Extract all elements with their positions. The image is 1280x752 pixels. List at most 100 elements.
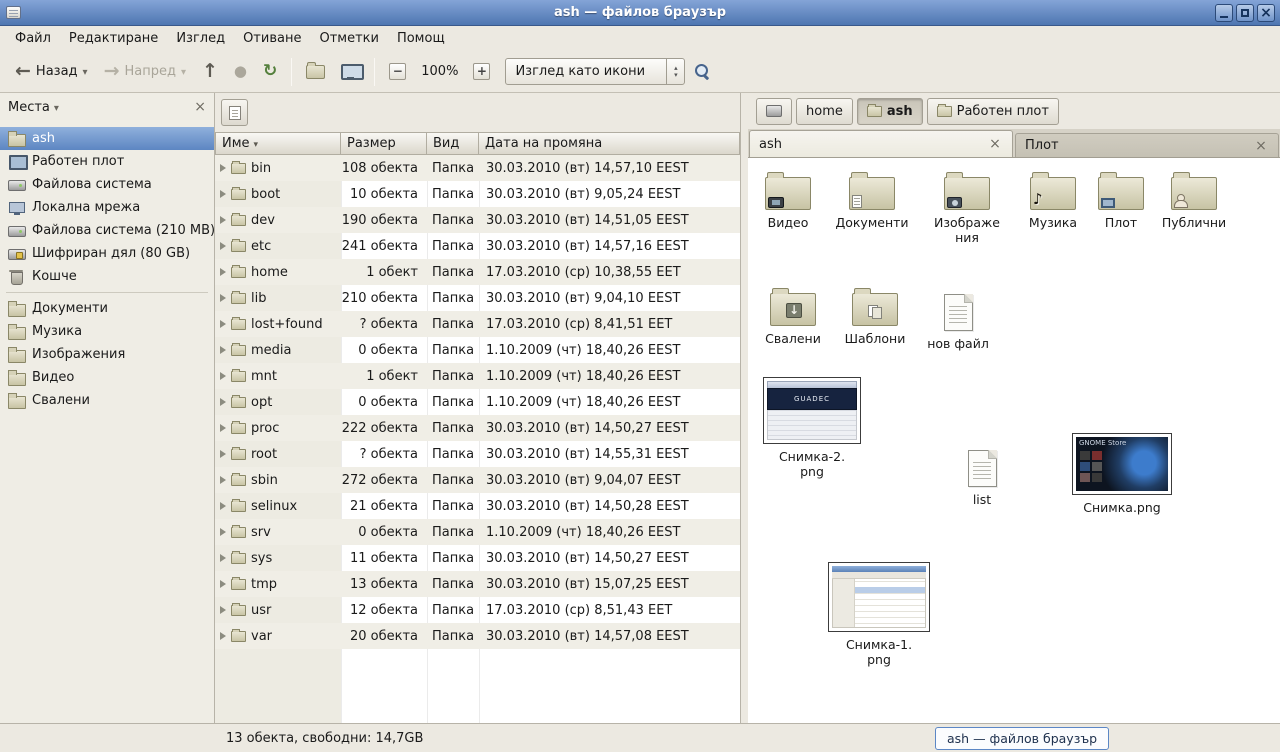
icon-view-item-12[interactable]: Снимка-1.png (823, 562, 935, 667)
expander-icon[interactable] (220, 450, 226, 458)
file-row-mnt[interactable]: mnt1 обектПапка1.10.2009 (чт) 18,40,26 E… (215, 363, 740, 389)
tab-ash[interactable]: ash (749, 130, 1013, 157)
column-header-2[interactable]: Вид (427, 132, 479, 155)
expander-icon[interactable] (220, 502, 226, 510)
location-toggle-button[interactable] (221, 99, 248, 126)
icon-view-item-8[interactable]: нов файл (916, 290, 1000, 351)
icon-view-item-7[interactable]: Шаблони (834, 286, 916, 346)
expander-icon[interactable] (220, 554, 226, 562)
sidebar-item-6[interactable]: Кошче (0, 265, 214, 288)
expander-icon[interactable] (220, 190, 226, 198)
file-row-proc[interactable]: proc222 обектаПапка30.03.2010 (вт) 14,50… (215, 415, 740, 441)
icon-view-item-10[interactable]: list (940, 446, 1024, 507)
zoom-out-button[interactable] (382, 56, 413, 88)
expander-icon[interactable] (220, 216, 226, 224)
sidebar-close-icon[interactable] (194, 100, 206, 115)
menu-item-4[interactable]: Отметки (310, 28, 387, 49)
expander-icon[interactable] (220, 294, 226, 302)
expander-icon[interactable] (220, 528, 226, 536)
up-button[interactable] (195, 56, 225, 88)
menu-item-5[interactable]: Помощ (388, 28, 454, 49)
file-row-var[interactable]: var20 обектаПапка30.03.2010 (вт) 14,57,0… (215, 623, 740, 649)
menu-item-0[interactable]: Файл (6, 28, 60, 49)
icon-view-item-11[interactable]: GNOME StoreСнимка.png (1066, 433, 1178, 515)
icon-view-item-5[interactable]: Публични (1153, 170, 1235, 230)
path-button-root[interactable] (756, 98, 792, 125)
file-row-boot[interactable]: boot10 обектаПапка30.03.2010 (вт) 9,05,2… (215, 181, 740, 207)
sidebar-item-5[interactable]: Шифриран дял (80 GB) (0, 242, 214, 265)
sidebar-item-4[interactable]: Файлова система (210 MB) (0, 219, 214, 242)
back-button[interactable]: Назад (8, 56, 95, 88)
file-row-lib[interactable]: lib210 обектаПапка30.03.2010 (вт) 9,04,1… (215, 285, 740, 311)
home-button[interactable] (299, 56, 332, 88)
expander-icon[interactable] (220, 632, 226, 640)
icon-view[interactable]: ВидеоДокументиИзображенияМузикаПлотПубли… (748, 158, 1280, 723)
column-header-3[interactable]: Дата на промяна (479, 132, 740, 155)
expander-icon[interactable] (220, 606, 226, 614)
file-row-root[interactable]: root? обектаПапка30.03.2010 (вт) 14,55,3… (215, 441, 740, 467)
sidebar-item-11[interactable]: Видео (0, 366, 214, 389)
file-row-lost+found[interactable]: lost+found? обектаПапка17.03.2010 (ср) 8… (215, 311, 740, 337)
zoom-in-button[interactable] (466, 56, 497, 88)
file-row-usr[interactable]: usr12 обектаПапка17.03.2010 (ср) 8,51,43… (215, 597, 740, 623)
sidebar-item-2[interactable]: Файлова система (0, 173, 214, 196)
expander-icon[interactable] (220, 580, 226, 588)
icon-view-item-9[interactable]: GUADECСнимка-2.png (758, 377, 866, 479)
file-row-tmp[interactable]: tmp13 обектаПапка30.03.2010 (вт) 15,07,2… (215, 571, 740, 597)
expander-icon[interactable] (220, 398, 226, 406)
stop-button[interactable] (227, 56, 254, 88)
file-row-selinux[interactable]: selinux21 обектаПапка30.03.2010 (вт) 14,… (215, 493, 740, 519)
expander-icon[interactable] (220, 476, 226, 484)
sidebar-item-10[interactable]: Изображения (0, 343, 214, 366)
minimize-button[interactable] (1215, 4, 1233, 22)
menu-item-2[interactable]: Изглед (167, 28, 234, 49)
file-row-sys[interactable]: sys11 обектаПапка30.03.2010 (вт) 14,50,2… (215, 545, 740, 571)
column-header-1[interactable]: Размер (341, 132, 427, 155)
path-button-home[interactable]: home (796, 98, 853, 125)
expander-icon[interactable] (220, 268, 226, 276)
expander-icon[interactable] (220, 372, 226, 380)
expander-icon[interactable] (220, 320, 226, 328)
icon-view-item-3[interactable]: Музика (1014, 170, 1092, 230)
view-mode-spinner-icon[interactable] (666, 59, 684, 84)
sidebar-title[interactable]: Места (8, 100, 50, 115)
file-row-bin[interactable]: bin108 обектаПапка30.03.2010 (вт) 14,57,… (215, 155, 740, 181)
file-row-home[interactable]: home1 обектПапка17.03.2010 (ср) 10,38,55… (215, 259, 740, 285)
icon-view-item-1[interactable]: Документи (830, 170, 914, 230)
pane-splitter[interactable] (741, 93, 748, 723)
expander-icon[interactable] (220, 164, 226, 172)
sidebar-item-9[interactable]: Музика (0, 320, 214, 343)
tab-close-icon[interactable] (1253, 138, 1269, 154)
tab-close-icon[interactable] (987, 136, 1003, 152)
path-button-Работен плот[interactable]: Работен плот (927, 98, 1059, 125)
menu-item-3[interactable]: Отиване (234, 28, 310, 49)
forward-button[interactable]: Напред (97, 56, 193, 88)
file-row-srv[interactable]: srv0 обектаПапка1.10.2009 (чт) 18,40,26 … (215, 519, 740, 545)
sidebar-title-dropdown-icon[interactable] (54, 101, 59, 114)
file-row-media[interactable]: media0 обектаПапка1.10.2009 (чт) 18,40,2… (215, 337, 740, 363)
file-row-opt[interactable]: opt0 обектаПапка1.10.2009 (чт) 18,40,26 … (215, 389, 740, 415)
close-button[interactable] (1257, 4, 1275, 22)
maximize-button[interactable] (1236, 4, 1254, 22)
file-row-dev[interactable]: dev190 обектаПапка30.03.2010 (вт) 14,51,… (215, 207, 740, 233)
expander-icon[interactable] (220, 346, 226, 354)
sidebar-item-1[interactable]: Работен плот (0, 150, 214, 173)
computer-button[interactable] (334, 56, 367, 88)
expander-icon[interactable] (220, 242, 226, 250)
file-row-sbin[interactable]: sbin272 обектаПапка30.03.2010 (вт) 9,04,… (215, 467, 740, 493)
sidebar-item-12[interactable]: Свалени (0, 389, 214, 412)
file-row-etc[interactable]: etc241 обектаПапка30.03.2010 (вт) 14,57,… (215, 233, 740, 259)
forward-history-dropdown-icon[interactable] (181, 65, 186, 78)
taskbar-window-button[interactable]: ash — файлов браузър (935, 727, 1109, 750)
search-button[interactable] (687, 56, 718, 88)
column-header-0[interactable]: Име (215, 132, 341, 155)
sidebar-item-8[interactable]: Документи (0, 297, 214, 320)
reload-button[interactable] (256, 56, 284, 88)
icon-view-item-4[interactable]: Плот (1082, 170, 1160, 230)
back-history-dropdown-icon[interactable] (83, 65, 88, 78)
expander-icon[interactable] (220, 424, 226, 432)
sidebar-item-0[interactable]: ash (0, 127, 214, 150)
path-button-ash[interactable]: ash (857, 98, 923, 125)
icon-view-item-0[interactable]: Видео (748, 170, 828, 230)
titlebar[interactable]: ash — файлов браузър (0, 0, 1280, 26)
